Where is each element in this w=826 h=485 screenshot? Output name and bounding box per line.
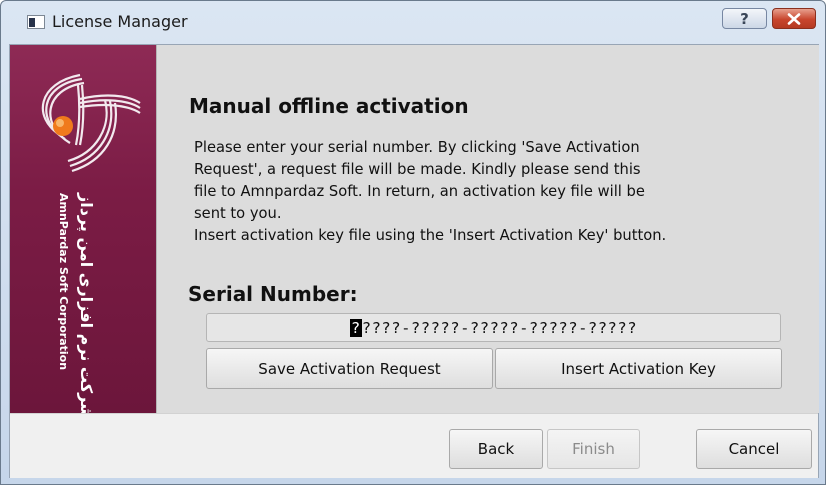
instruction-line: Insert activation key file using the 'In…: [194, 227, 667, 244]
back-button[interactable]: Back: [449, 429, 543, 469]
company-name-fa: شرکت نرم افزاری امن پرداز: [77, 193, 96, 413]
instruction-line: sent to you.: [194, 205, 282, 222]
serial-number-input[interactable]: ? ????-?????-?????-?????-?????: [206, 313, 781, 342]
title-bar: License Manager ?: [1, 1, 825, 44]
close-button[interactable]: [772, 8, 816, 29]
wizard-footer: Back Finish Cancel: [10, 413, 818, 478]
close-icon: [787, 12, 801, 25]
license-manager-window: License Manager ? AmnPardaz Soft Corpora…: [0, 0, 826, 485]
company-name-vertical: AmnPardaz Soft Corporation شرکت نرم افزا…: [56, 193, 116, 413]
insert-activation-key-button[interactable]: Insert Activation Key: [495, 348, 782, 389]
text-cursor: ?: [349, 318, 362, 337]
instruction-line: Please enter your serial number. By clic…: [194, 139, 640, 156]
activation-panel: Manual offline activation Please enter y…: [156, 45, 819, 413]
help-label: ?: [740, 9, 749, 28]
page-title: Manual offline activation: [189, 94, 469, 118]
instruction-line: Request', a request file will be made. K…: [194, 161, 641, 178]
help-button[interactable]: ?: [722, 8, 767, 29]
insert-activation-key-label: Insert Activation Key: [561, 359, 716, 378]
instructions-text: Please enter your serial number. By clic…: [194, 137, 804, 247]
window-app-icon: [27, 15, 45, 29]
save-activation-request-button[interactable]: Save Activation Request: [206, 348, 493, 389]
finish-label: Finish: [572, 440, 615, 458]
save-activation-request-label: Save Activation Request: [258, 359, 441, 378]
cancel-label: Cancel: [728, 440, 780, 458]
company-banner: AmnPardaz Soft Corporation شرکت نرم افزا…: [10, 45, 156, 413]
cancel-button[interactable]: Cancel: [696, 429, 812, 469]
company-name-en: AmnPardaz Soft Corporation: [57, 193, 70, 371]
back-label: Back: [477, 440, 515, 458]
dialog-client-area: AmnPardaz Soft Corporation شرکت نرم افزا…: [9, 44, 819, 478]
amnpardaz-logo: [41, 73, 141, 173]
finish-button[interactable]: Finish: [547, 429, 640, 469]
serial-number-value: ????-?????-?????-?????-?????: [361, 318, 638, 337]
instruction-line: file to Amnpardaz Soft. In return, an ac…: [194, 183, 645, 200]
serial-number-label: Serial Number:: [188, 282, 358, 306]
window-title: License Manager: [52, 12, 188, 31]
